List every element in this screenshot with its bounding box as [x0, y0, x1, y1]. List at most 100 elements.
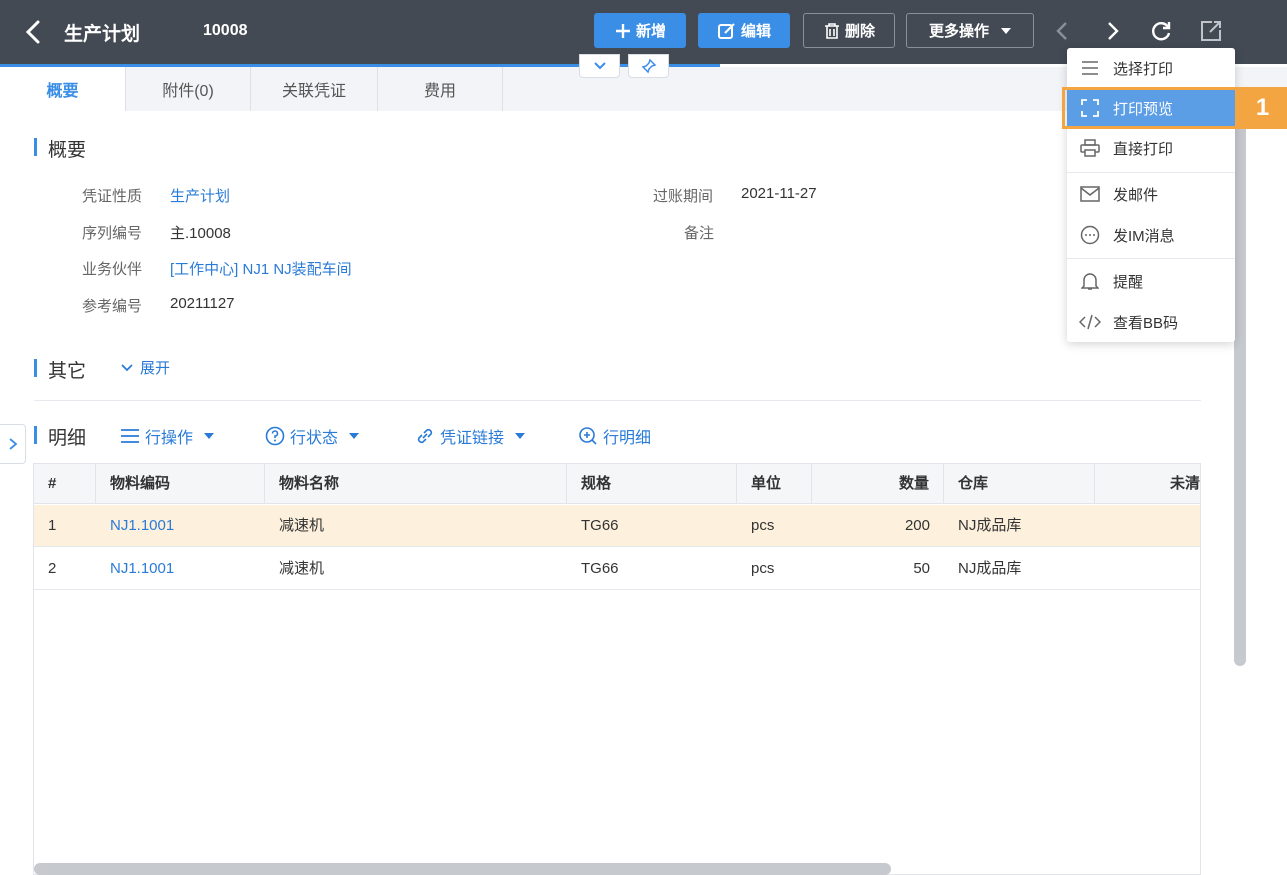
column-header[interactable]: 仓库	[944, 464, 1095, 504]
chevron-down-icon	[121, 363, 133, 371]
more-actions-label: 更多操作	[928, 23, 989, 40]
tab-related-vouchers[interactable]: 关联凭证	[251, 67, 378, 111]
open-new-window-icon[interactable]	[1198, 18, 1224, 44]
voucher-link-label: 凭证链接	[440, 430, 505, 447]
unit: pcs	[751, 560, 775, 577]
next-record-icon[interactable]	[1099, 18, 1125, 44]
horizontal-scrollbar[interactable]	[34, 863, 891, 875]
bell-icon	[1079, 270, 1101, 292]
remarks-label: 备注	[684, 225, 715, 242]
section-divider	[34, 400, 1201, 401]
material-spec: TG66	[581, 517, 619, 534]
voucher-type-value[interactable]: 生产计划	[170, 185, 230, 206]
document-number: 10008	[203, 22, 248, 39]
open-quantity: 200	[1095, 505, 1200, 547]
material-spec: TG66	[581, 560, 619, 577]
pin-icon	[641, 58, 656, 74]
row-index: 1	[48, 517, 57, 534]
printer-icon	[1079, 137, 1101, 159]
material-code[interactable]: NJ1.1001	[96, 505, 265, 547]
vertical-scrollbar[interactable]	[1234, 110, 1246, 666]
pin-header-button[interactable]	[628, 54, 669, 78]
row-detail-button[interactable]: 行明细	[578, 424, 651, 448]
list-icon	[121, 429, 139, 443]
caret-down-icon	[1001, 27, 1011, 34]
posting-date-label: 过账期间	[653, 188, 714, 205]
material-name: 减速机	[279, 560, 325, 577]
menu-separator	[1067, 258, 1235, 259]
column-header[interactable]: 数量	[812, 464, 944, 504]
serial-no-label: 序列编号	[82, 225, 143, 242]
expand-other-button[interactable]: 展开	[120, 357, 170, 378]
menu-item-send-email[interactable]: 发邮件	[1067, 174, 1235, 214]
mail-icon	[1079, 183, 1101, 205]
add-button[interactable]: 新增	[594, 13, 686, 48]
material-name: 减速机	[279, 517, 325, 534]
side-panel-toggle[interactable]	[0, 424, 26, 464]
posting-date-value: 2021-11-27	[741, 185, 817, 202]
menu-item-direct-print[interactable]: 直接打印	[1067, 128, 1235, 168]
menu-item-label: 发IM消息	[1113, 227, 1175, 245]
open-quantity: 50	[1095, 548, 1200, 590]
plus-icon	[615, 23, 630, 38]
delete-button-label: 删除	[844, 23, 875, 40]
column-header[interactable]: 物料名称	[265, 464, 567, 504]
trash-icon	[824, 22, 839, 39]
delete-button[interactable]: 删除	[803, 13, 895, 48]
back-arrow-icon[interactable]	[22, 18, 46, 46]
column-header[interactable]: 未清数量	[1095, 464, 1200, 504]
ref-no-label: 参考编号	[82, 298, 143, 315]
ref-no-value: 20211127	[170, 295, 235, 312]
page-title: 生产计划	[64, 24, 141, 45]
summary-section-title: 概要	[34, 135, 86, 162]
voucher-link-dropdown[interactable]: 凭证链接	[415, 424, 526, 448]
row-operations-label: 行操作	[145, 430, 194, 447]
material-code[interactable]: NJ1.1001	[96, 548, 265, 590]
row-index: 2	[48, 560, 57, 577]
zoom-in-icon	[579, 427, 597, 445]
chat-icon	[1079, 224, 1101, 246]
other-section-title: 其它	[34, 356, 86, 383]
serial-no-value: 主.10008	[170, 225, 231, 242]
grid-header: # 物料编码 物料名称 规格 单位 数量 仓库 未清数量	[34, 464, 1200, 504]
tab-expenses[interactable]: 费用	[378, 67, 503, 111]
row-detail-label: 行明细	[603, 430, 652, 447]
menu-item-label: 选择打印	[1113, 60, 1174, 78]
detail-grid: # 物料编码 物料名称 规格 单位 数量 仓库 未清数量 1 NJ1.1001 …	[33, 463, 1201, 875]
quantity: 50	[913, 560, 930, 577]
table-row[interactable]: 1 NJ1.1001 减速机 TG66 pcs 200 NJ成品库 200	[34, 505, 1200, 547]
refresh-icon[interactable]	[1148, 18, 1174, 44]
chevron-right-icon	[8, 438, 17, 450]
menu-separator	[1067, 172, 1235, 173]
row-status-label: 行状态	[290, 430, 339, 447]
detail-section-title: 明细	[34, 423, 86, 450]
caret-down-icon	[204, 433, 215, 439]
more-actions-button[interactable]: 更多操作	[906, 13, 1034, 48]
row-operations-dropdown[interactable]: 行操作	[120, 424, 215, 448]
column-header[interactable]: 单位	[737, 464, 812, 504]
menu-item-label: 查看BB码	[1113, 314, 1179, 332]
warehouse: NJ成品库	[958, 517, 1022, 534]
menu-item-select-print[interactable]: 选择打印	[1067, 48, 1235, 88]
edit-button[interactable]: 编辑	[698, 13, 790, 48]
partner-value[interactable]: [工作中心] NJ1 NJ装配车间	[170, 258, 352, 279]
tab-summary[interactable]: 概要	[0, 67, 126, 111]
code-icon	[1079, 311, 1101, 333]
link-icon	[417, 428, 433, 444]
column-header[interactable]: #	[34, 464, 96, 504]
prev-record-icon[interactable]	[1050, 18, 1076, 44]
menu-item-reminder[interactable]: 提醒	[1067, 261, 1235, 301]
caret-down-icon	[349, 433, 360, 439]
menu-item-view-bb-code[interactable]: 查看BB码	[1067, 302, 1235, 342]
column-header[interactable]: 物料编码	[96, 464, 265, 504]
warehouse: NJ成品库	[958, 560, 1022, 577]
row-status-dropdown[interactable]: 行状态	[265, 424, 360, 448]
callout-number-badge: 1	[1238, 87, 1287, 129]
table-row[interactable]: 2 NJ1.1001 减速机 TG66 pcs 50 NJ成品库 50	[34, 548, 1200, 590]
menu-item-send-im[interactable]: 发IM消息	[1067, 215, 1235, 255]
collapse-header-button[interactable]	[579, 54, 620, 78]
unit: pcs	[751, 517, 775, 534]
column-header[interactable]: 规格	[567, 464, 737, 504]
menu-item-label: 发邮件	[1113, 186, 1159, 204]
tab-attachments[interactable]: 附件(0)	[126, 67, 251, 111]
